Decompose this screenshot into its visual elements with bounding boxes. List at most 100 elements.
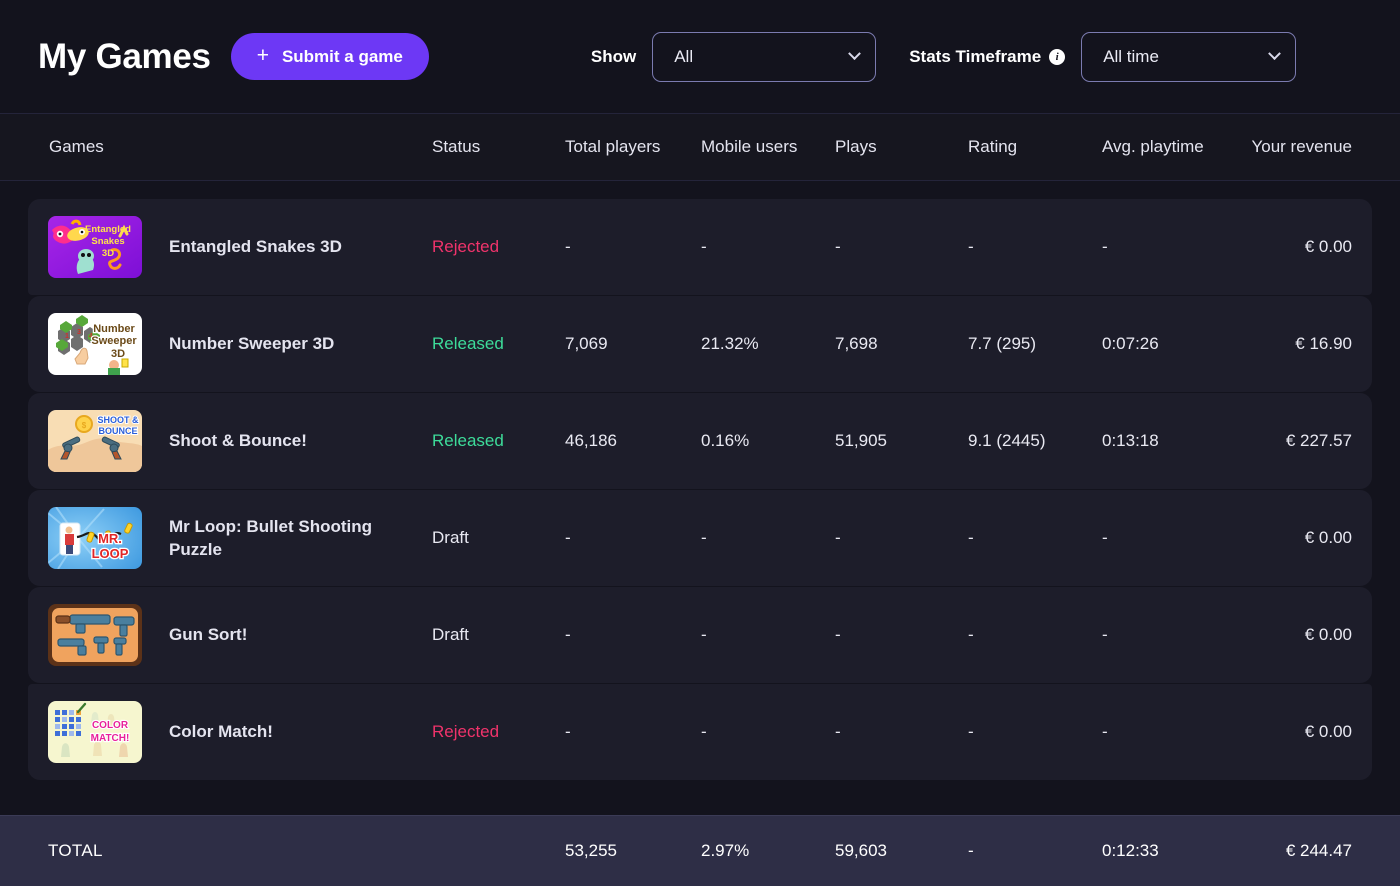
cell-rating: - (968, 625, 974, 644)
status-badge: Released (432, 334, 504, 353)
cell-revenue: € 16.90 (1295, 334, 1352, 353)
games-table-body: Entangled Snakes 3D Entangled Snakes 3D … (0, 181, 1400, 780)
stats-timeframe-select-value: All time (1103, 46, 1159, 66)
svg-text:COLOR: COLOR (92, 720, 129, 731)
show-select-value: All (674, 46, 694, 66)
svg-text:MATCH!: MATCH! (91, 733, 130, 744)
cell-total-players: - (565, 528, 571, 547)
chevron-down-icon (1268, 47, 1282, 61)
stats-timeframe-label: Stats Timeframe (909, 46, 1042, 66)
table-header: Games Status Total players Mobile users … (0, 113, 1400, 181)
show-select[interactable]: All (652, 31, 877, 82)
my-games-page: My Games + Submit a game Show All Stats … (0, 0, 1400, 886)
cell-mobile-users: 0.16% (701, 431, 750, 450)
number-sweeper-3d-thumbnail: 1 3 4 Number Sweeper 3D (48, 313, 142, 375)
total-avg-playtime: 0:12:33 (1102, 841, 1159, 860)
svg-text:BOUNCE: BOUNCE (98, 426, 137, 436)
cell-plays: 7,698 (835, 334, 878, 353)
svg-text:Number: Number (93, 323, 135, 335)
cell-plays: 51,905 (835, 431, 887, 450)
chevron-down-icon (848, 47, 862, 61)
cell-total-players: - (565, 237, 571, 256)
cell-revenue: € 227.57 (1285, 431, 1352, 450)
plus-icon: + (256, 44, 269, 67)
column-header-rating: Rating (968, 137, 1018, 156)
game-name: Color Match! (169, 722, 273, 742)
cell-mobile-users: - (701, 237, 707, 256)
cell-plays: - (835, 722, 841, 741)
page-header: My Games + Submit a game Show All Stats … (0, 0, 1400, 113)
svg-text:SHOOT &: SHOOT & (97, 415, 139, 425)
column-header-total-players: Total players (565, 137, 661, 156)
cell-rating: - (968, 237, 974, 256)
cell-plays: - (835, 237, 841, 256)
status-badge: Draft (432, 528, 469, 547)
submit-a-game-button[interactable]: + Submit a game (230, 33, 429, 80)
status-badge: Rejected (432, 237, 500, 256)
column-header-plays: Plays (835, 137, 877, 156)
game-name: Number Sweeper 3D (169, 334, 335, 354)
status-badge: Draft (432, 625, 469, 644)
svg-text:Entangled: Entangled (85, 224, 131, 235)
cell-avg-playtime: 0:07:26 (1102, 334, 1159, 353)
svg-text:3: 3 (77, 329, 81, 336)
cell-total-players: - (565, 722, 571, 741)
cell-mobile-users: - (701, 528, 707, 547)
column-header-avg-playtime: Avg. playtime (1102, 137, 1204, 156)
shoot-and-bounce-thumbnail: $ SHOOT & BOUNCE (48, 410, 142, 472)
svg-text:3D: 3D (102, 248, 114, 259)
svg-text:LOOP: LOOP (92, 546, 129, 561)
entangled-snakes-3d-thumbnail: Entangled Snakes 3D (48, 216, 142, 278)
cell-total-players: 46,186 (565, 431, 617, 450)
page-title: My Games (38, 36, 211, 76)
status-badge: Released (432, 431, 504, 450)
cell-total-players: 7,069 (565, 334, 608, 353)
column-header-games: Games (49, 137, 104, 156)
cell-plays: - (835, 625, 841, 644)
cell-total-players: - (565, 625, 571, 644)
total-label: TOTAL (48, 841, 103, 860)
cell-avg-playtime: - (1102, 237, 1108, 256)
total-revenue: € 244.47 (1285, 841, 1352, 860)
info-icon[interactable]: i (1049, 48, 1066, 65)
cell-revenue: € 0.00 (1304, 722, 1352, 741)
total-mobile-users: 2.97% (701, 841, 750, 860)
table-row[interactable]: $ SHOOT & BOUNCE Shoot & Bounce! Release… (28, 393, 1372, 489)
table-row[interactable]: 1 3 4 Number Sweeper 3D Number Sweeper 3… (28, 296, 1372, 392)
cell-rating: - (968, 528, 974, 547)
game-name: Gun Sort! (169, 625, 248, 645)
table-row[interactable]: Entangled Snakes 3D Entangled Snakes 3D … (28, 199, 1372, 295)
cell-avg-playtime: - (1102, 625, 1108, 644)
svg-text:Sweeper: Sweeper (91, 335, 137, 347)
gun-sort-thumbnail (48, 604, 142, 666)
show-filter: Show All (590, 31, 877, 82)
svg-text:1: 1 (65, 333, 69, 340)
show-label: Show (590, 46, 637, 66)
total-rating: - (968, 841, 974, 860)
total-total-players: 53,255 (565, 841, 617, 860)
table-row[interactable]: COLOR MATCH! Color Match! Rejected - - -… (28, 684, 1372, 780)
game-name: Mr Loop: Bullet Shooting Puzzle (169, 516, 373, 559)
svg-text:3D: 3D (111, 348, 125, 360)
cell-avg-playtime: - (1102, 722, 1108, 741)
cell-mobile-users: - (701, 722, 707, 741)
stats-timeframe-select[interactable]: All time (1081, 31, 1297, 82)
svg-text:Snakes: Snakes (91, 236, 124, 247)
cell-avg-playtime: 0:13:18 (1102, 431, 1159, 450)
cell-rating: 7.7 (295) (968, 334, 1037, 353)
cell-mobile-users: - (701, 625, 707, 644)
mr-loop-thumbnail: MR. LOOP (48, 507, 142, 569)
cell-avg-playtime: - (1102, 528, 1108, 547)
cell-revenue: € 0.00 (1304, 237, 1352, 256)
filters: Show All Stats Timeframe i All time (590, 31, 1297, 82)
cell-rating: - (968, 722, 974, 741)
table-row[interactable]: Gun Sort! Draft - - - - - € 0.00 (28, 587, 1372, 683)
cell-mobile-users: 21.32% (701, 334, 759, 353)
cell-rating: 9.1 (2445) (968, 431, 1046, 450)
svg-text:MR.: MR. (98, 531, 122, 546)
game-name: Entangled Snakes 3D (169, 237, 342, 257)
column-header-status: Status (432, 137, 481, 156)
table-row[interactable]: MR. LOOP Mr Loop: Bullet Shooting Puzzle… (28, 490, 1372, 586)
total-plays: 59,603 (835, 841, 887, 860)
cell-plays: - (835, 528, 841, 547)
